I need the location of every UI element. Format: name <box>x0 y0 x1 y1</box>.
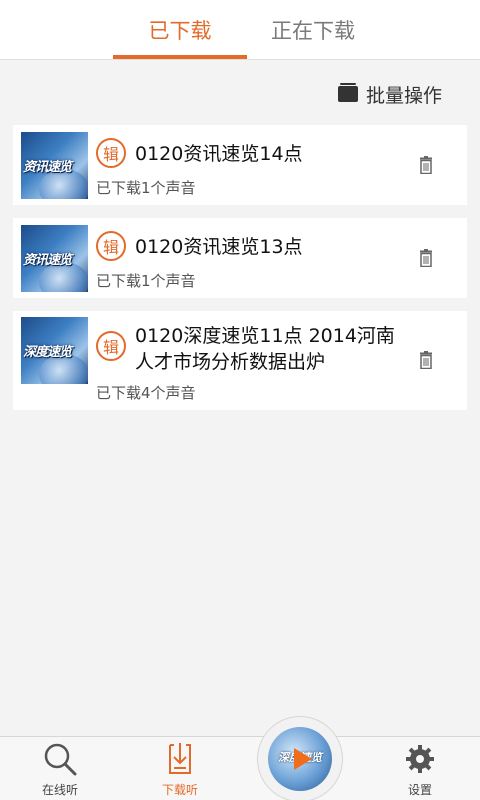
search-icon <box>44 743 77 776</box>
list-item[interactable]: 资讯速览 辑 0120资讯速览13点 已下载1个声音 <box>13 218 467 298</box>
nav-label: 设置 <box>407 783 432 797</box>
thumbnail-text: 资讯速览 <box>23 253 72 268</box>
gear-icon <box>406 745 434 773</box>
nav-settings[interactable]: 设置 <box>360 737 480 800</box>
nav-label: 下载听 <box>161 783 198 797</box>
batch-operation-button[interactable]: 批量操作 <box>337 80 442 108</box>
nav-online-listen[interactable]: 在线听 <box>0 737 120 800</box>
album-badge: 辑 <box>96 138 126 168</box>
play-icon <box>294 748 312 770</box>
thumbnail-text: 深度速览 <box>23 345 72 360</box>
player-button[interactable]: 深度速览 <box>257 716 343 800</box>
tab-downloading[interactable]: 正在下载 <box>246 0 380 60</box>
top-tab-bar: 已下载 正在下载 <box>0 0 480 60</box>
nav-download-listen[interactable]: 下载听 <box>120 737 240 800</box>
item-title: 0120资讯速览13点 <box>135 236 303 258</box>
batch-operation-label: 批量操作 <box>365 84 442 107</box>
download-icon <box>169 743 191 774</box>
nav-label: 在线听 <box>41 783 78 797</box>
list-item[interactable]: 资讯速览 辑 0120资讯速览14点 已下载1个声音 <box>13 125 467 205</box>
bottom-nav-bar: 在线听 下载听 设置 <box>0 736 480 800</box>
album-thumbnail: 资讯速览 <box>21 132 88 199</box>
list-item[interactable]: 深度速览 辑 0120深度速览11点 2014河南人才市场分析数据出炉 已下载4… <box>13 311 467 410</box>
album-thumbnail: 深度速览 <box>21 317 88 384</box>
trash-icon[interactable] <box>419 156 433 174</box>
trash-icon[interactable] <box>419 249 433 267</box>
active-tab-indicator <box>113 55 247 59</box>
folder-icon <box>337 83 358 102</box>
thumbnail-text: 资讯速览 <box>23 160 72 175</box>
item-title: 0120深度速览11点 2014河南人才市场分析数据出炉 <box>135 325 395 373</box>
album-badge: 辑 <box>96 331 126 361</box>
item-title: 0120资讯速览14点 <box>135 143 303 165</box>
album-thumbnail: 资讯速览 <box>21 225 88 292</box>
album-badge: 辑 <box>96 231 126 261</box>
player-cover: 深度速览 <box>268 727 332 791</box>
item-subtitle: 已下载4个声音 <box>96 384 196 402</box>
tab-downloaded[interactable]: 已下载 <box>113 0 247 60</box>
trash-icon[interactable] <box>419 351 433 369</box>
item-subtitle: 已下载1个声音 <box>96 179 196 197</box>
item-subtitle: 已下载1个声音 <box>96 272 196 290</box>
